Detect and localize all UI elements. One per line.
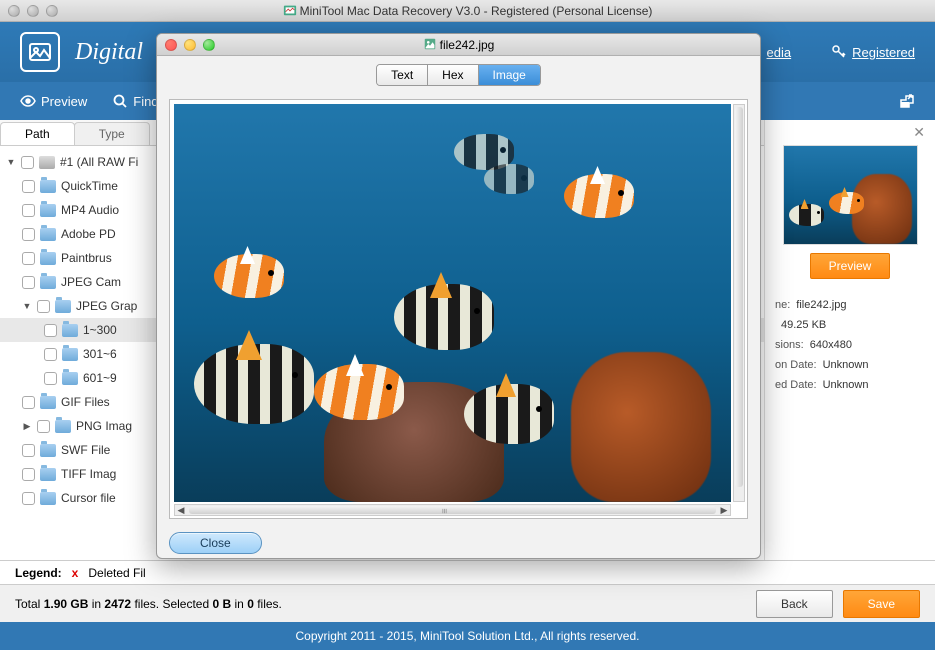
checkbox[interactable] — [22, 276, 35, 289]
legend-bar: Legend: x Deleted Fil — [0, 560, 935, 584]
modal-traffic-lights — [165, 39, 215, 51]
search-icon — [112, 93, 128, 109]
checkbox[interactable] — [22, 252, 35, 265]
image-viewer: ◀▶ — [169, 99, 748, 519]
media-link[interactable]: edia — [767, 45, 792, 60]
deleted-marker-icon: x — [72, 566, 79, 580]
folder-icon — [40, 228, 56, 241]
thumbnail — [783, 145, 918, 245]
meta-size: 49.25 KB — [775, 319, 925, 331]
disclosure-icon[interactable]: ▼ — [6, 157, 16, 167]
folder-icon — [62, 348, 78, 361]
image-file-icon — [423, 37, 437, 51]
find-tool[interactable]: Find — [112, 93, 158, 109]
vertical-scrollbar[interactable] — [733, 104, 745, 502]
checkbox[interactable] — [22, 228, 35, 241]
checkbox[interactable] — [22, 180, 35, 193]
traffic-lights — [8, 5, 58, 17]
info-panel: ✕ Preview ne:file242.jpg 49.25 KB sions:… — [765, 120, 935, 560]
legend-deleted: Deleted Fil — [88, 566, 145, 580]
tab-image[interactable]: Image — [479, 65, 540, 85]
app-logo — [20, 32, 60, 72]
checkbox[interactable] — [22, 468, 35, 481]
save-button[interactable]: Save — [843, 590, 920, 618]
checkbox[interactable] — [37, 300, 50, 313]
folder-icon — [40, 180, 56, 193]
close-panel-icon[interactable]: ✕ — [913, 124, 925, 141]
checkbox[interactable] — [44, 348, 57, 361]
registered-link[interactable]: Registered — [831, 44, 915, 60]
legend-label: Legend: — [15, 566, 62, 580]
modal-minimize-button[interactable] — [184, 39, 196, 51]
drive-icon — [39, 156, 55, 169]
footer: Copyright 2011 - 2015, MiniTool Solution… — [0, 622, 935, 650]
checkbox[interactable] — [22, 204, 35, 217]
folder-icon — [55, 420, 71, 433]
checkbox[interactable] — [22, 444, 35, 457]
checkbox[interactable] — [44, 324, 57, 337]
tab-path[interactable]: Path — [0, 122, 75, 145]
modal-titlebar: file242.jpg — [157, 34, 760, 56]
preview-tool[interactable]: Preview — [20, 93, 87, 109]
app-name: Digital — [75, 39, 143, 66]
checkbox[interactable] — [37, 420, 50, 433]
folder-icon — [62, 372, 78, 385]
main-titlebar: MiniTool Mac Data Recovery V3.0 - Regist… — [0, 0, 935, 22]
status-bar: Total 1.90 GB in 2472 files. Selected 0 … — [0, 584, 935, 622]
folder-icon — [40, 252, 56, 265]
zoom-window-button[interactable] — [46, 5, 58, 17]
meta-creation: on Date:Unknown — [775, 359, 925, 371]
folder-icon — [62, 324, 78, 337]
key-icon — [831, 44, 847, 60]
folder-icon — [40, 444, 56, 457]
folder-icon — [40, 396, 56, 409]
meta-modified: ed Date:Unknown — [775, 379, 925, 391]
folder-icon — [55, 300, 71, 313]
window-title: MiniTool Mac Data Recovery V3.0 - Regist… — [0, 3, 935, 18]
export-icon — [899, 93, 915, 109]
horizontal-scrollbar[interactable]: ◀▶ — [174, 504, 731, 516]
folder-icon — [40, 492, 56, 505]
modal-zoom-button[interactable] — [203, 39, 215, 51]
scroll-right-icon[interactable]: ▶ — [718, 505, 730, 515]
tab-text[interactable]: Text — [377, 65, 428, 85]
folder-icon — [40, 276, 56, 289]
modal-close-button[interactable] — [165, 39, 177, 51]
disclosure-icon[interactable]: ▶ — [22, 421, 32, 432]
meta-filename: ne:file242.jpg — [775, 299, 925, 311]
close-window-button[interactable] — [8, 5, 20, 17]
preview-button[interactable]: Preview — [810, 253, 891, 279]
folder-icon — [40, 468, 56, 481]
modal-tabs: Text Hex Image — [157, 56, 760, 94]
scroll-left-icon[interactable]: ◀ — [175, 505, 187, 515]
back-button[interactable]: Back — [756, 590, 833, 618]
eye-icon — [20, 93, 36, 109]
disclosure-icon[interactable]: ▼ — [22, 301, 32, 311]
minimize-window-button[interactable] — [27, 5, 39, 17]
checkbox[interactable] — [22, 492, 35, 505]
image-content[interactable] — [174, 104, 731, 502]
meta-dimensions: sions:640x480 — [775, 339, 925, 351]
tab-hex[interactable]: Hex — [428, 65, 478, 85]
app-icon — [283, 3, 297, 17]
checkbox[interactable] — [44, 372, 57, 385]
status-text: Total 1.90 GB in 2472 files. Selected 0 … — [15, 597, 282, 611]
preview-modal: file242.jpg Text Hex Image ◀▶ Close — [156, 33, 761, 559]
checkbox[interactable] — [21, 156, 34, 169]
export-tool[interactable] — [899, 93, 915, 109]
modal-title: file242.jpg — [157, 37, 760, 52]
modal-close-dialog-button[interactable]: Close — [169, 532, 262, 554]
tab-type[interactable]: Type — [74, 122, 150, 145]
checkbox[interactable] — [22, 396, 35, 409]
folder-icon — [40, 204, 56, 217]
